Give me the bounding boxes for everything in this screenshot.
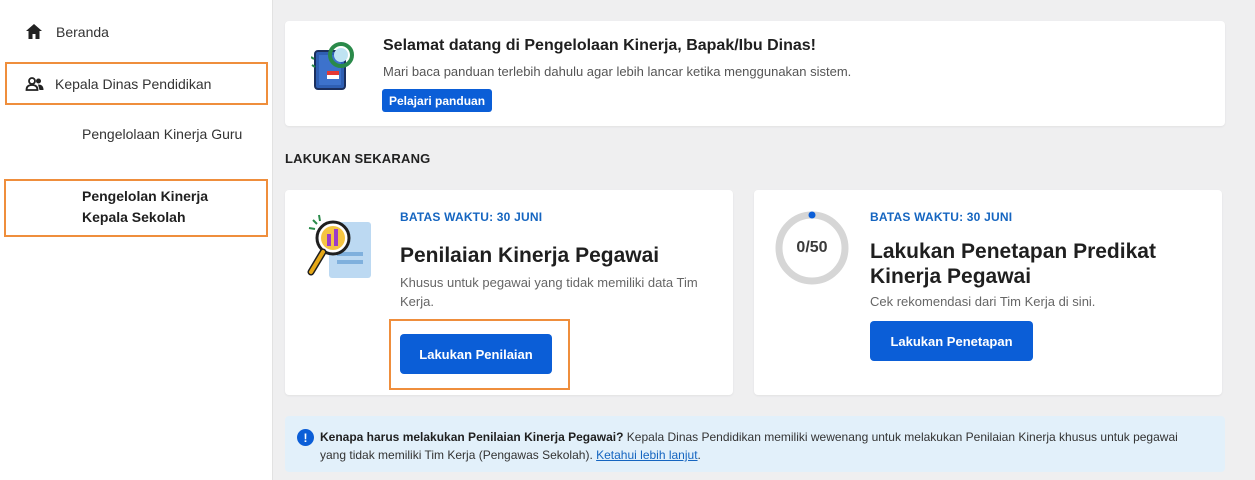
nav-role-label: Kepala Dinas Pendidikan [55, 75, 212, 92]
card-penetapan-predikat: 0/50 BATAS WAKTU: 30 JUNI Lakukan Peneta… [754, 190, 1222, 395]
info-text: Kenapa harus melakukan Penilaian Kinerja… [320, 428, 1200, 464]
card-penilaian-kinerja: BATAS WAKTU: 30 JUNI Penilaian Kinerja P… [285, 190, 733, 395]
nav-home-label: Beranda [56, 24, 109, 40]
info-question: Kenapa harus melakukan Penilaian Kinerja… [320, 430, 624, 444]
card-description: Khusus untuk pegawai yang tidak memiliki… [400, 275, 698, 309]
sidebar-item-kinerja-kepala-sekolah[interactable]: Pengelolan Kinerja Kepala Sekolah [4, 179, 268, 237]
deadline-label: BATAS WAKTU: 30 JUNI [870, 210, 1013, 224]
info-end: . [697, 448, 701, 462]
nav-role-kepala-dinas[interactable]: Kepala Dinas Pendidikan [5, 62, 268, 105]
exclamation-icon: ! [297, 429, 314, 446]
document-magnifier-icon [307, 212, 377, 282]
lakukan-penilaian-button[interactable]: Lakukan Penilaian [400, 334, 552, 374]
lakukan-penetapan-button[interactable]: Lakukan Penetapan [870, 321, 1033, 361]
progress-count: 0/50 [796, 239, 828, 256]
sidebar-item-label: Pengelolan Kinerja Kepala Sekolah [82, 188, 209, 225]
sidebar-item-kinerja-guru[interactable]: Pengelolaan Kinerja Guru [82, 124, 252, 145]
guide-book-icon [310, 37, 363, 95]
deadline-label: BATAS WAKTU: 30 JUNI [400, 210, 543, 224]
card-title: Penilaian Kinerja Pegawai [400, 244, 660, 267]
sidebar: Beranda Kepala Dinas Pendidikan Pengelol… [0, 0, 273, 480]
nav-home[interactable]: Beranda [24, 20, 109, 44]
card-title: Lakukan Penetapan Predikat Kinerja Pegaw… [870, 240, 1156, 288]
learn-more-link[interactable]: Ketahui lebih lanjut [596, 448, 697, 462]
people-icon [25, 74, 45, 94]
info-banner: ! Kenapa harus melakukan Penilaian Kiner… [285, 416, 1225, 472]
card-description: Cek rekomendasi dari Tim Kerja di sini. [870, 294, 1096, 309]
banner-subtitle: Mari baca panduan terlebih dahulu agar l… [383, 64, 852, 79]
section-title: LAKUKAN SEKARANG [285, 151, 431, 166]
banner-title: Selamat datang di Pengelolaan Kinerja, B… [383, 37, 816, 54]
welcome-banner: Selamat datang di Pengelolaan Kinerja, B… [285, 21, 1225, 126]
guide-button[interactable]: Pelajari panduan [382, 89, 493, 112]
home-icon [24, 22, 44, 42]
